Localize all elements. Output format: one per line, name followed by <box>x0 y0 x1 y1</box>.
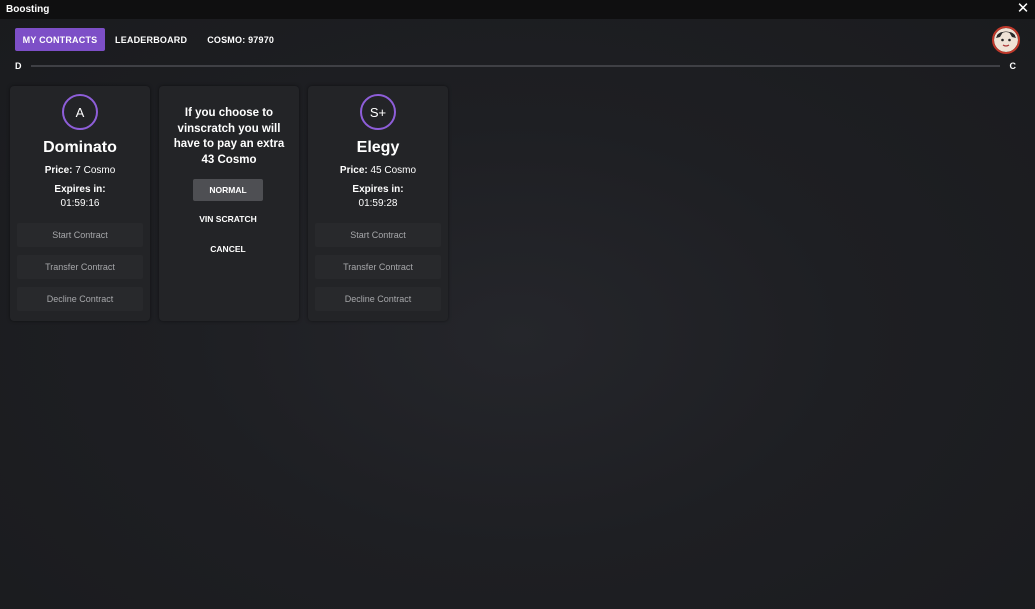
price-line: Price: 45 Cosmo <box>308 165 448 176</box>
transfer-contract-button[interactable]: Transfer Contract <box>315 255 441 279</box>
expires-time: 01:59:28 <box>358 198 398 209</box>
tab-my-contracts[interactable]: MY CONTRACTS <box>15 28 105 51</box>
normal-option-button[interactable]: NORMAL <box>193 179 263 201</box>
title-bar: Boosting ✕ <box>0 0 1035 19</box>
window-title: Boosting <box>6 4 50 15</box>
expires-time: 01:59:16 <box>60 198 100 209</box>
tier-badge: A <box>62 94 98 130</box>
price-value: 45 Cosmo <box>367 165 417 176</box>
rank-progress: D C <box>15 60 1020 72</box>
nav-bar: MY CONTRACTS LEADERBOARD COSMO: 97970 <box>15 28 284 51</box>
vin-scratch-option-button[interactable]: VIN SCRATCH <box>193 208 263 230</box>
price-line: Price: 7 Cosmo <box>10 165 150 176</box>
contract-card: S+ Elegy Price: 45 Cosmo Expires in: 01:… <box>308 86 448 321</box>
avatar-icon[interactable] <box>992 26 1020 54</box>
vinscratch-prompt-card: If you choose to vinscratch you will hav… <box>159 86 299 321</box>
price-label: Price: <box>44 165 73 176</box>
price-label: Price: <box>339 165 368 176</box>
decline-contract-button[interactable]: Decline Contract <box>315 287 441 311</box>
transfer-contract-button[interactable]: Transfer Contract <box>17 255 143 279</box>
rank-progress-track <box>31 65 1000 67</box>
start-contract-button[interactable]: Start Contract <box>315 223 441 247</box>
cosmo-balance: COSMO: 97970 <box>207 34 275 45</box>
contract-card: A Dominato Price: 7 Cosmo Expires in: 01… <box>10 86 150 321</box>
start-contract-button[interactable]: Start Contract <box>17 223 143 247</box>
vinscratch-message: If you choose to vinscratch you will hav… <box>173 107 285 166</box>
decline-contract-button[interactable]: Decline Contract <box>17 287 143 311</box>
avatar-face-icon <box>994 28 1018 52</box>
expires-label: Expires in: <box>352 184 404 195</box>
expires-label: Expires in: <box>54 184 106 195</box>
current-rank-label: D <box>15 61 22 71</box>
close-icon[interactable]: ✕ <box>1015 0 1031 18</box>
tier-badge: S+ <box>360 94 396 130</box>
boosting-window: Boosting ✕ MY CONTRACTS LEADERBOARD COSM… <box>0 0 1035 609</box>
tab-leaderboard[interactable]: LEADERBOARD <box>105 28 197 51</box>
price-value: 7 Cosmo <box>72 165 116 176</box>
cancel-option-button[interactable]: CANCEL <box>193 238 263 260</box>
next-rank-label: C <box>1009 61 1017 71</box>
car-name: Dominato <box>43 139 117 156</box>
car-name: Elegy <box>356 139 400 156</box>
